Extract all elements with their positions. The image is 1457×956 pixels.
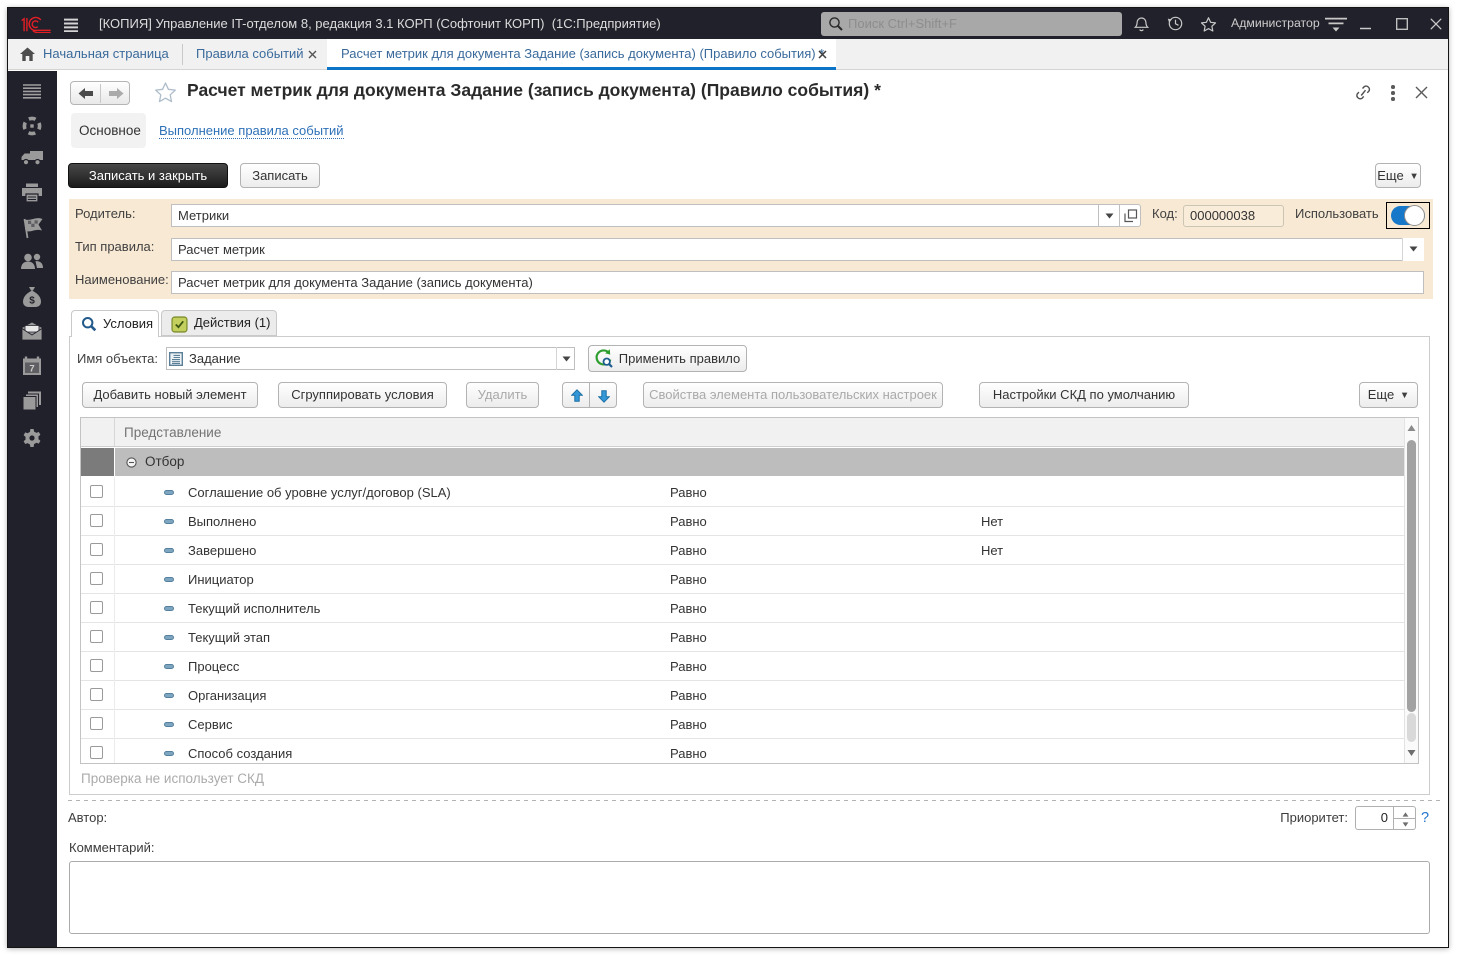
svg-text:$: $ [29,296,35,307]
svg-text:7: 7 [29,364,34,375]
